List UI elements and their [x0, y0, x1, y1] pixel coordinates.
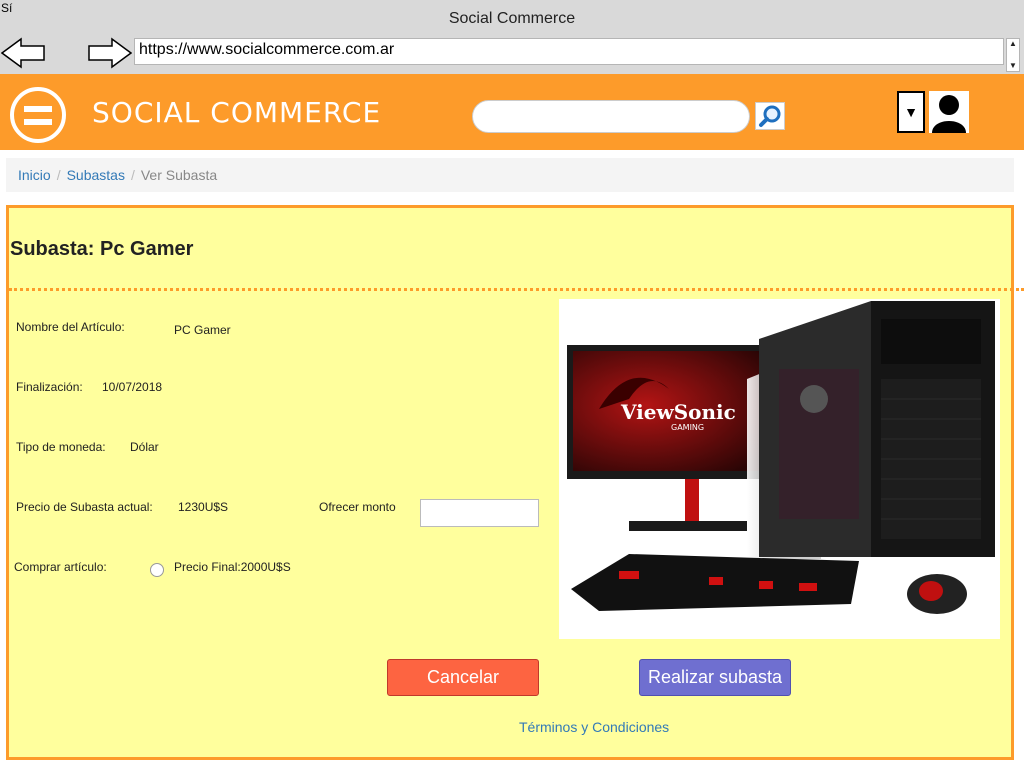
dotted-divider: [9, 288, 1024, 291]
back-arrow-icon[interactable]: [1, 37, 45, 69]
brand-logo-text: SOCIAL COMMERCE: [92, 96, 382, 129]
breadcrumb-separator: /: [56, 167, 61, 183]
product-image: ViewSonic GAMING: [559, 299, 1000, 639]
breadcrumb: Inicio / Subastas / Ver Subasta: [6, 158, 1014, 192]
offer-amount-label: Ofrecer monto: [319, 500, 396, 514]
currency-value: Dólar: [130, 440, 159, 454]
breadcrumb-subastas[interactable]: Subastas: [67, 167, 125, 183]
image-brand-text: ViewSonic: [620, 400, 736, 424]
end-date-value: 10/07/2018: [102, 380, 163, 394]
magnifier-icon: [759, 105, 781, 127]
image-sub-text: GAMING: [671, 423, 704, 432]
buy-item-label: Comprar artículo:: [14, 560, 107, 574]
place-bid-button[interactable]: Realizar subasta: [639, 659, 791, 696]
currency-label: Tipo de moneda:: [16, 440, 106, 454]
scroll-down-icon[interactable]: ▼: [1009, 62, 1017, 70]
site-header: SOCIAL COMMERCE ▼: [0, 74, 1024, 150]
search-button[interactable]: [755, 102, 785, 130]
url-bar[interactable]: https://www.socialcommerce.com.ar: [134, 38, 1004, 65]
item-name-label: Nombre del Artículo:: [16, 320, 125, 334]
final-price-label: Precio Final:2000U$S: [174, 560, 291, 574]
current-price-value: 1230U$S: [178, 500, 229, 514]
user-avatar-icon[interactable]: [929, 91, 969, 133]
forward-arrow-icon[interactable]: [88, 37, 132, 69]
item-name-value: PC Gamer: [174, 323, 231, 337]
browser-chrome: Sí Social Commerce https://www.socialcom…: [0, 0, 1024, 74]
cancel-button[interactable]: Cancelar: [387, 659, 539, 696]
hamburger-menu-icon[interactable]: [10, 87, 66, 143]
search-input[interactable]: [472, 100, 750, 133]
breadcrumb-current: Ver Subasta: [140, 167, 218, 183]
current-price-label: Precio de Subasta actual:: [16, 500, 153, 514]
url-scrollbar[interactable]: ▲ ▼: [1006, 38, 1020, 72]
terms-link[interactable]: Términos y Condiciones: [519, 719, 669, 735]
page-title: Subasta: Pc Gamer: [10, 238, 194, 260]
scroll-up-icon[interactable]: ▲: [1009, 40, 1017, 48]
breadcrumb-separator: /: [130, 167, 135, 183]
user-dropdown-button[interactable]: ▼: [897, 91, 925, 133]
end-date-label: Finalización:: [16, 380, 83, 394]
buy-now-radio[interactable]: [150, 563, 164, 577]
auction-panel: Subasta: Pc Gamer Nombre del Artículo: P…: [6, 205, 1024, 760]
breadcrumb-inicio[interactable]: Inicio: [18, 167, 51, 183]
window-title: Social Commerce: [448, 10, 576, 27]
offer-amount-input[interactable]: [420, 499, 539, 527]
